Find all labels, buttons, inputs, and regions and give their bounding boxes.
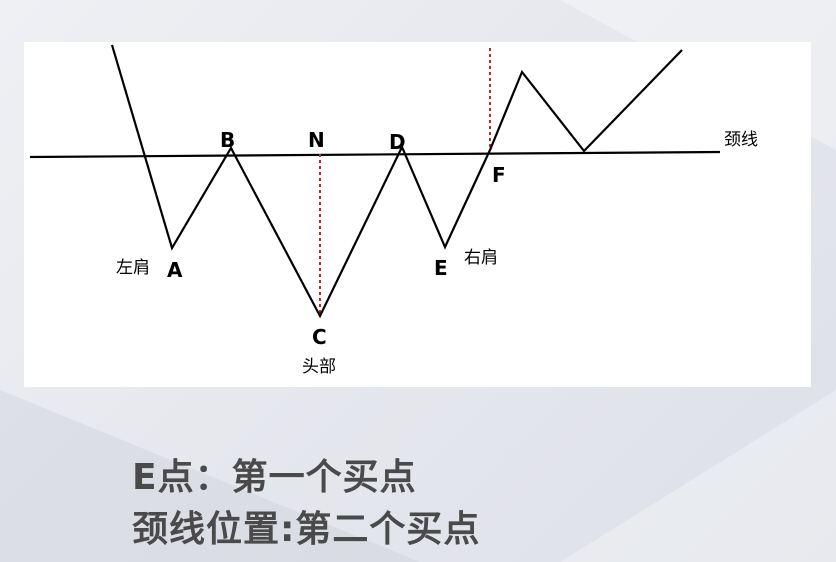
- point-label-F: F: [492, 163, 506, 187]
- caption-second-buy-point: 颈线位置:第二个买点: [132, 509, 481, 550]
- head-label: 头部: [302, 357, 336, 377]
- price-path: [110, 44, 683, 319]
- point-label-N: N: [308, 128, 325, 152]
- caption-first-buy-point: E点：第一个买点: [132, 457, 417, 498]
- neckline: [29, 150, 721, 159]
- point-label-B: B: [220, 128, 235, 152]
- point-label-A: A: [167, 258, 183, 282]
- right-shoulder-label: 右肩: [464, 248, 498, 268]
- head-and-shoulders-diagram: B N D F A E C 左肩 右肩 头部 颈线: [29, 44, 758, 377]
- point-label-E: E: [434, 256, 448, 280]
- diagram-panel: B N D F A E C 左肩 右肩 头部 颈线: [24, 42, 811, 387]
- neckline-label: 颈线: [724, 130, 758, 150]
- point-label-C: C: [312, 325, 327, 349]
- background-shape: [560, 390, 836, 562]
- point-label-D: D: [389, 130, 406, 154]
- left-shoulder-label: 左肩: [116, 258, 150, 278]
